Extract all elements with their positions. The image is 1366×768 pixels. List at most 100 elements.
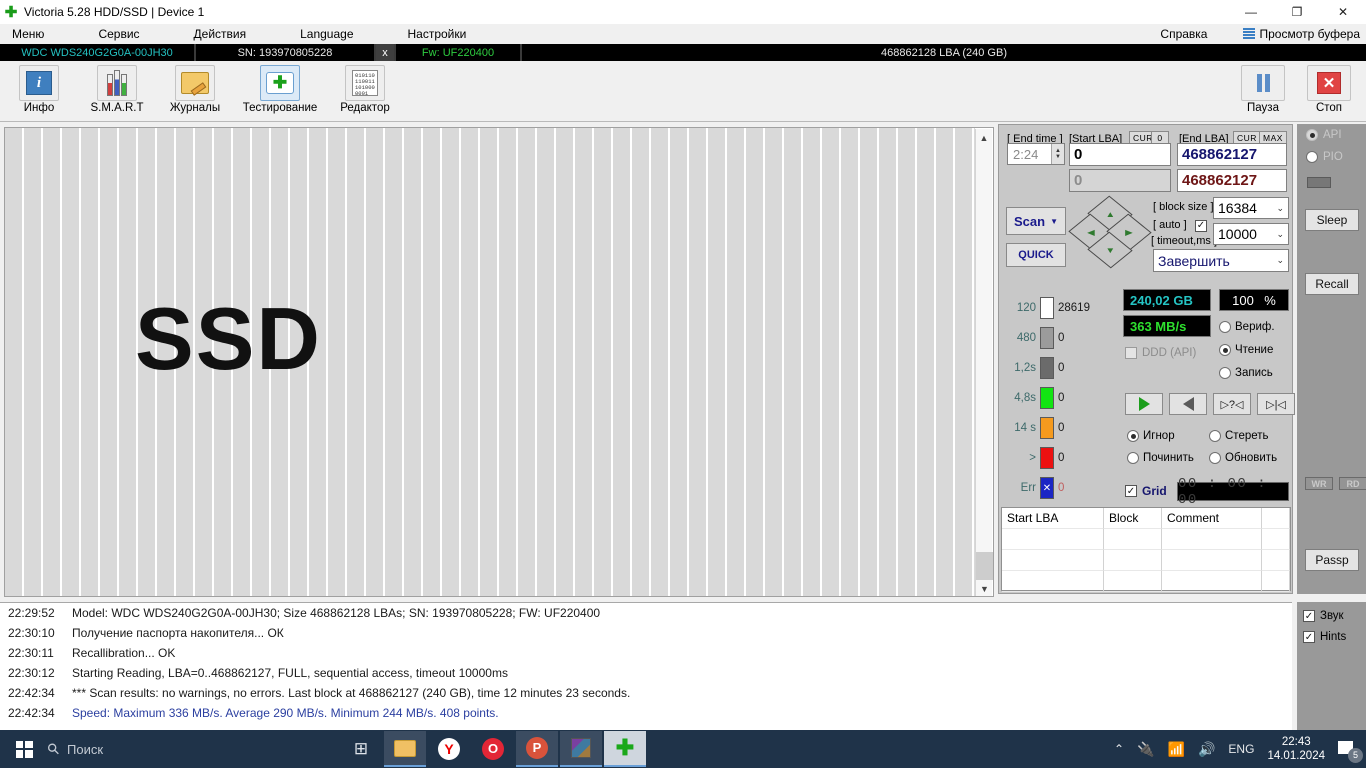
ddd-api-checkbox[interactable]: DDD (API)	[1125, 347, 1196, 359]
action-radio-erase[interactable]: Стереть	[1209, 430, 1269, 442]
progress-display: 100 %	[1219, 289, 1289, 311]
quick-button[interactable]: QUICK	[1006, 243, 1066, 267]
toolbar-label-logs: Журналы	[169, 102, 221, 114]
action-radio-ignore[interactable]: Игнор	[1127, 430, 1175, 442]
wr-button[interactable]: WR	[1305, 477, 1333, 490]
end-lba-input[interactable]: 468862127	[1177, 143, 1287, 166]
toolbar-button-stop[interactable]: ✕ Стоп	[1296, 65, 1362, 114]
mode-radio-verify[interactable]: Вериф.	[1219, 321, 1275, 333]
legend-color-swatch	[1040, 387, 1054, 409]
cell-block	[1104, 529, 1162, 550]
log-time: 22:30:12	[8, 666, 55, 680]
volume-icon[interactable]: 🔊	[1198, 741, 1215, 758]
surface-map-panel[interactable]: SSD ▲ ▼	[4, 127, 994, 597]
battery-icon[interactable]: 🔌	[1137, 741, 1154, 758]
tray-expand-icon[interactable]: ⌃	[1114, 742, 1124, 756]
legend-count: 0	[1058, 392, 1065, 404]
start-lba-input[interactable]: 0	[1069, 143, 1171, 166]
language-indicator[interactable]: ENG	[1228, 742, 1254, 756]
on-finish-select[interactable]: Завершить ⌄	[1153, 249, 1289, 272]
menu-item-help[interactable]: Справка	[1160, 27, 1207, 41]
mode-radio-write[interactable]: Запись	[1219, 367, 1273, 379]
menu-item-actions[interactable]: Действия	[182, 27, 259, 41]
taskbar-clock[interactable]: 22:43 14.01.2024	[1267, 735, 1325, 763]
media-controls: ▷?◁ ▷|◁	[1125, 393, 1295, 415]
toolbar-button-info[interactable]: i Инфо	[0, 65, 78, 114]
column-header-block: Block	[1104, 508, 1162, 529]
toolbar-button-logs[interactable]: Журналы	[156, 65, 234, 114]
log-panel[interactable]: 22:29:52 Model: WDC WDS240G2G0A-00JH30; …	[0, 602, 1292, 730]
notification-badge: 5	[1348, 748, 1363, 763]
interface-radio-pio[interactable]: PIO	[1306, 151, 1343, 163]
scrollbar-thumb[interactable]	[976, 552, 993, 580]
rewind-icon[interactable]	[1169, 393, 1207, 415]
grid-checkbox[interactable]: ✓ Grid	[1125, 484, 1167, 498]
taskbar-winrar-icon[interactable]	[560, 731, 602, 767]
minimize-icon[interactable]: —	[1228, 0, 1274, 24]
legend-color-swatch	[1040, 447, 1054, 469]
defect-table[interactable]: Start LBA Block Comment	[1001, 507, 1291, 592]
timeout-select[interactable]: 10000 ⌄	[1213, 223, 1289, 245]
block-size-select[interactable]: 16384 ⌄	[1213, 197, 1289, 219]
mode-label-read: Чтение	[1235, 344, 1274, 356]
rd-button[interactable]: RD	[1339, 477, 1366, 490]
skip-end-icon[interactable]: ▷|◁	[1257, 393, 1295, 415]
toolbar-button-smart[interactable]: S.M.A.R.T	[78, 65, 156, 114]
table-row[interactable]	[1002, 550, 1290, 571]
block-size-label: [ block size ]	[1153, 201, 1214, 213]
log-line: 22:42:34 *** Scan results: no warnings, …	[0, 683, 1292, 703]
taskbar-opera-icon[interactable]: O	[472, 731, 514, 767]
scroll-up-icon[interactable]: ▲	[976, 129, 992, 146]
menu-item-menu[interactable]: Меню	[0, 27, 56, 41]
scan-control-panel: [ End time ] [Start LBA] CUR 0 [End LBA]…	[998, 124, 1295, 594]
buffer-view-button[interactable]: Просмотр буфера	[1243, 27, 1360, 41]
menu-item-settings[interactable]: Настройки	[396, 27, 479, 41]
step-question-icon[interactable]: ▷?◁	[1213, 393, 1251, 415]
toolbar-label-pause: Пауза	[1247, 102, 1279, 114]
interface-radio-api[interactable]: API	[1306, 129, 1342, 141]
table-row[interactable]	[1002, 529, 1290, 550]
restore-icon[interactable]: ❐	[1274, 0, 1320, 24]
taskbar-yandex-icon[interactable]: Y	[428, 731, 470, 767]
scan-button[interactable]: Scan ▼	[1006, 207, 1066, 235]
end-time-field[interactable]: 2:24 ▲ ▼	[1007, 143, 1065, 165]
menu-item-service[interactable]: Сервис	[86, 27, 151, 41]
end-time-value: 2:24	[1013, 146, 1039, 162]
legend-row: > 0	[1004, 443, 1124, 473]
taskbar-utorrent-icon[interactable]: P	[516, 731, 558, 767]
mode-radio-read[interactable]: Чтение	[1219, 344, 1273, 356]
table-row[interactable]	[1002, 571, 1290, 592]
hints-checkbox[interactable]: ✓ Hints	[1303, 631, 1360, 643]
navigation-dpad[interactable]: ▲ ◀ ▶ ▼	[1068, 195, 1152, 269]
sleep-button[interactable]: Sleep	[1305, 209, 1359, 231]
taskbar-explorer-icon[interactable]	[384, 731, 426, 767]
menu-item-language[interactable]: Language	[288, 27, 365, 41]
toolbar-button-pause[interactable]: Пауза	[1230, 65, 1296, 114]
close-icon[interactable]: ✕	[1320, 0, 1366, 24]
toolbar-button-editor[interactable]: 010110 110011 101000 0001 Редактор	[326, 65, 404, 114]
recall-button[interactable]: Recall	[1305, 273, 1359, 295]
notification-center-icon[interactable]: 5	[1338, 739, 1363, 763]
taskbar-victoria-icon[interactable]: ✚	[604, 731, 646, 767]
sound-checkbox[interactable]: ✓ Звук	[1303, 610, 1360, 622]
start-button[interactable]	[0, 730, 48, 768]
action-radio-repair[interactable]: Починить	[1127, 452, 1194, 464]
map-scrollbar[interactable]: ▲ ▼	[975, 129, 993, 596]
auto-checkbox[interactable]: ✓	[1195, 215, 1207, 233]
log-time: 22:30:10	[8, 626, 55, 640]
log-message: Starting Reading, LBA=0..468862127, FULL…	[72, 666, 508, 680]
passport-button[interactable]: Passp	[1305, 549, 1359, 571]
action-radio-refresh[interactable]: Обновить	[1209, 452, 1277, 464]
scroll-down-icon[interactable]: ▼	[976, 580, 993, 596]
wifi-icon[interactable]: 📶	[1168, 741, 1185, 758]
task-view-icon[interactable]: ⊞	[340, 731, 382, 767]
legend-time: 480	[1016, 332, 1036, 344]
taskbar-search[interactable]: ⚲ Поиск	[44, 739, 298, 759]
legend-time: 120	[1016, 302, 1036, 314]
end-time-spinner[interactable]: ▲ ▼	[1051, 144, 1064, 164]
toolbar-label-testing: Тестирование	[242, 102, 318, 114]
clock-time: 22:43	[1281, 736, 1311, 748]
toolbar-button-testing[interactable]: ✚ Тестирование	[234, 65, 326, 114]
play-icon[interactable]	[1125, 393, 1163, 415]
device-close-icon[interactable]: x	[376, 44, 396, 61]
